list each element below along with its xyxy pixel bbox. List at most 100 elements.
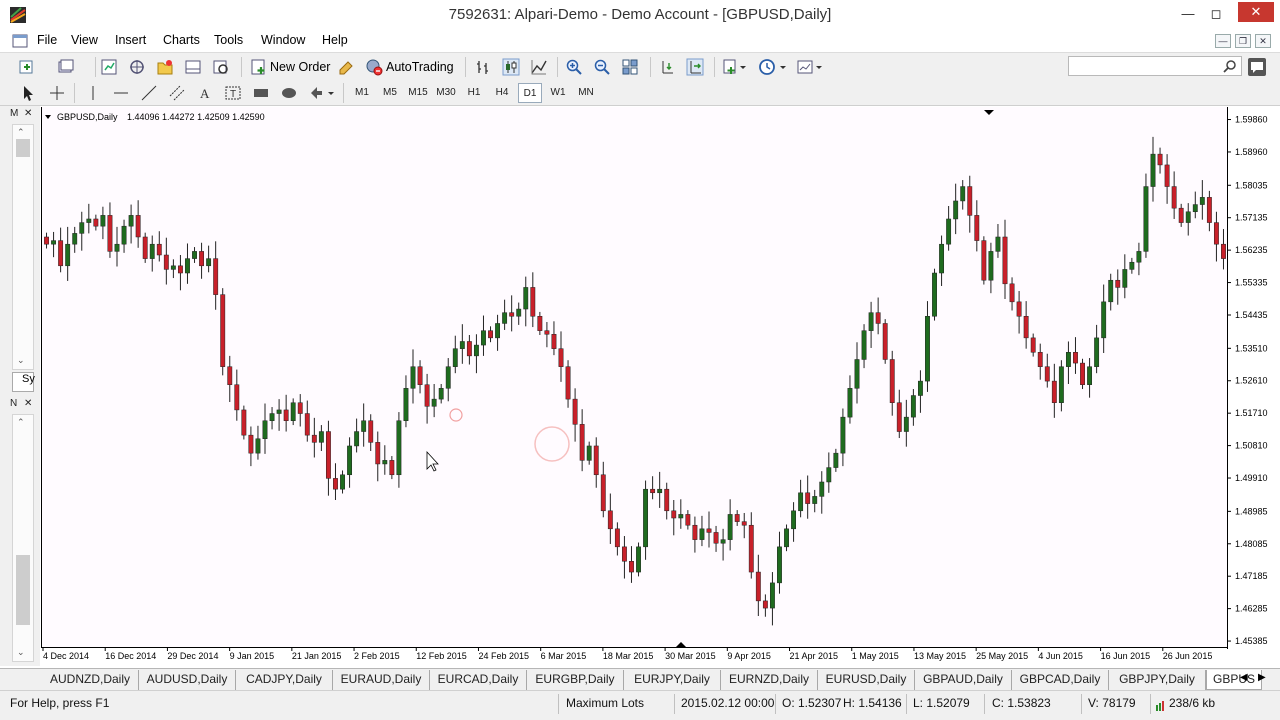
candle[interactable] (636, 546, 641, 573)
mdi-minimize-button[interactable]: — (1215, 34, 1231, 48)
navigator-close-icon[interactable]: ✕ (24, 398, 32, 409)
candle[interactable] (1221, 243, 1226, 259)
equidistant-channel-icon[interactable] (168, 84, 186, 102)
candle[interactable] (762, 600, 768, 609)
candle[interactable] (445, 366, 451, 389)
candle[interactable] (234, 384, 240, 411)
market-watch-close-icon[interactable]: ✕ (24, 108, 32, 119)
candle[interactable] (586, 445, 592, 461)
minimize-button[interactable]: — (1174, 4, 1202, 24)
candle[interactable] (509, 312, 515, 317)
candle[interactable] (671, 510, 677, 519)
candle[interactable] (269, 413, 275, 421)
candle[interactable] (868, 312, 874, 331)
timeframe-m15[interactable]: M15 (406, 83, 430, 103)
tile-windows-icon[interactable] (621, 58, 639, 76)
candle[interactable] (1051, 380, 1057, 403)
candle[interactable] (466, 341, 472, 357)
candle[interactable] (1009, 283, 1015, 303)
autotrading-button[interactable]: AutoTrading (362, 56, 457, 78)
candle[interactable] (1129, 261, 1135, 270)
chart-tab-gbpcad-daily[interactable]: GBPCAD,Daily (1012, 670, 1109, 690)
metaeditor-icon[interactable] (337, 58, 355, 76)
timeframe-d1[interactable]: D1 (518, 83, 542, 103)
candle[interactable] (657, 488, 663, 494)
candle[interactable] (438, 388, 444, 400)
cursor-icon[interactable] (20, 84, 38, 102)
chart-tab-eurjpy-daily[interactable]: EURJPY,Daily (624, 670, 721, 690)
timeframe-w1[interactable]: W1 (546, 83, 570, 103)
candle[interactable] (720, 539, 726, 544)
candle[interactable] (1101, 301, 1107, 339)
periods-dropdown-icon[interactable] (778, 58, 788, 76)
chart-tab-gbpaud-daily[interactable]: GBPAUD,Daily (915, 670, 1012, 690)
candle[interactable] (629, 561, 634, 573)
candle[interactable] (79, 222, 85, 234)
menu-help[interactable]: Help (322, 33, 348, 47)
candle[interactable] (481, 330, 486, 346)
chart-tab-eurcad-daily[interactable]: EURCAD,Daily (430, 670, 527, 690)
candle[interactable] (128, 215, 134, 227)
candle[interactable] (65, 243, 71, 267)
candle[interactable] (812, 496, 818, 504)
candle[interactable] (1192, 204, 1198, 213)
candle[interactable] (706, 528, 712, 533)
chart-tab-euraud-daily[interactable]: EURAUD,Daily (333, 670, 430, 690)
chat-icon[interactable] (1247, 57, 1267, 77)
line-chart-icon[interactable] (530, 58, 548, 76)
periods-icon[interactable] (758, 58, 776, 76)
candle[interactable] (826, 467, 832, 483)
candle[interactable] (551, 334, 557, 349)
candle[interactable] (967, 186, 973, 216)
candle[interactable] (974, 215, 980, 241)
candle[interactable] (199, 251, 205, 267)
candle[interactable] (903, 416, 909, 432)
chart-tab-gbpjpy-daily[interactable]: GBPJPY,Daily (1109, 670, 1206, 690)
candle[interactable] (1094, 337, 1100, 367)
arrows-dropdown-icon[interactable] (326, 84, 336, 102)
arrows-icon[interactable] (308, 84, 326, 102)
candle[interactable] (424, 384, 430, 407)
candle[interactable] (255, 438, 261, 454)
candle[interactable] (621, 546, 627, 562)
candle[interactable] (410, 366, 416, 389)
candlesticks-icon[interactable] (502, 58, 520, 76)
candle[interactable] (227, 366, 233, 385)
candle[interactable] (1143, 186, 1149, 252)
candle[interactable] (516, 308, 522, 317)
nav-scroll-up-icon[interactable]: ⌃ (17, 417, 25, 428)
candle[interactable] (1087, 366, 1093, 385)
navigator-icon[interactable] (156, 58, 174, 76)
data-window-icon[interactable] (128, 58, 146, 76)
candle[interactable] (121, 225, 127, 245)
candle[interactable] (600, 474, 606, 512)
candle[interactable] (925, 316, 930, 382)
mdi-close-button[interactable]: ✕ (1255, 34, 1271, 48)
chart-tab-cadjpy-daily[interactable]: CADJPY,Daily (236, 670, 333, 690)
candle[interactable] (769, 582, 775, 609)
candle[interactable] (939, 243, 945, 274)
candle[interactable] (1199, 197, 1205, 205)
autoscroll-icon[interactable] (686, 58, 704, 76)
timeframe-m30[interactable]: M30 (434, 83, 458, 103)
candle[interactable] (1080, 362, 1085, 385)
candle[interactable] (114, 243, 120, 252)
candle[interactable] (340, 474, 345, 490)
chart-window-icon[interactable] (12, 33, 28, 49)
maximize-button[interactable]: ◻ (1202, 4, 1230, 24)
candle[interactable] (784, 528, 789, 548)
text-icon[interactable]: A (196, 84, 214, 102)
candle[interactable] (917, 380, 923, 396)
market-watch-symbols-tab[interactable]: Sy (12, 372, 35, 392)
timeframe-h1[interactable]: H1 (462, 83, 486, 103)
candle[interactable] (304, 413, 310, 436)
candle[interactable] (1136, 251, 1142, 263)
profiles-icon[interactable] (57, 58, 75, 76)
candle[interactable] (297, 402, 303, 414)
candle[interactable] (192, 251, 197, 259)
chart-tab-eurgbp-daily[interactable]: EURGBP,Daily (527, 670, 624, 690)
menu-view[interactable]: View (71, 33, 98, 47)
candle[interactable] (889, 359, 895, 403)
chart-tab-audusd-daily[interactable]: AUDUSD,Daily (139, 670, 236, 690)
candle[interactable] (854, 359, 860, 389)
